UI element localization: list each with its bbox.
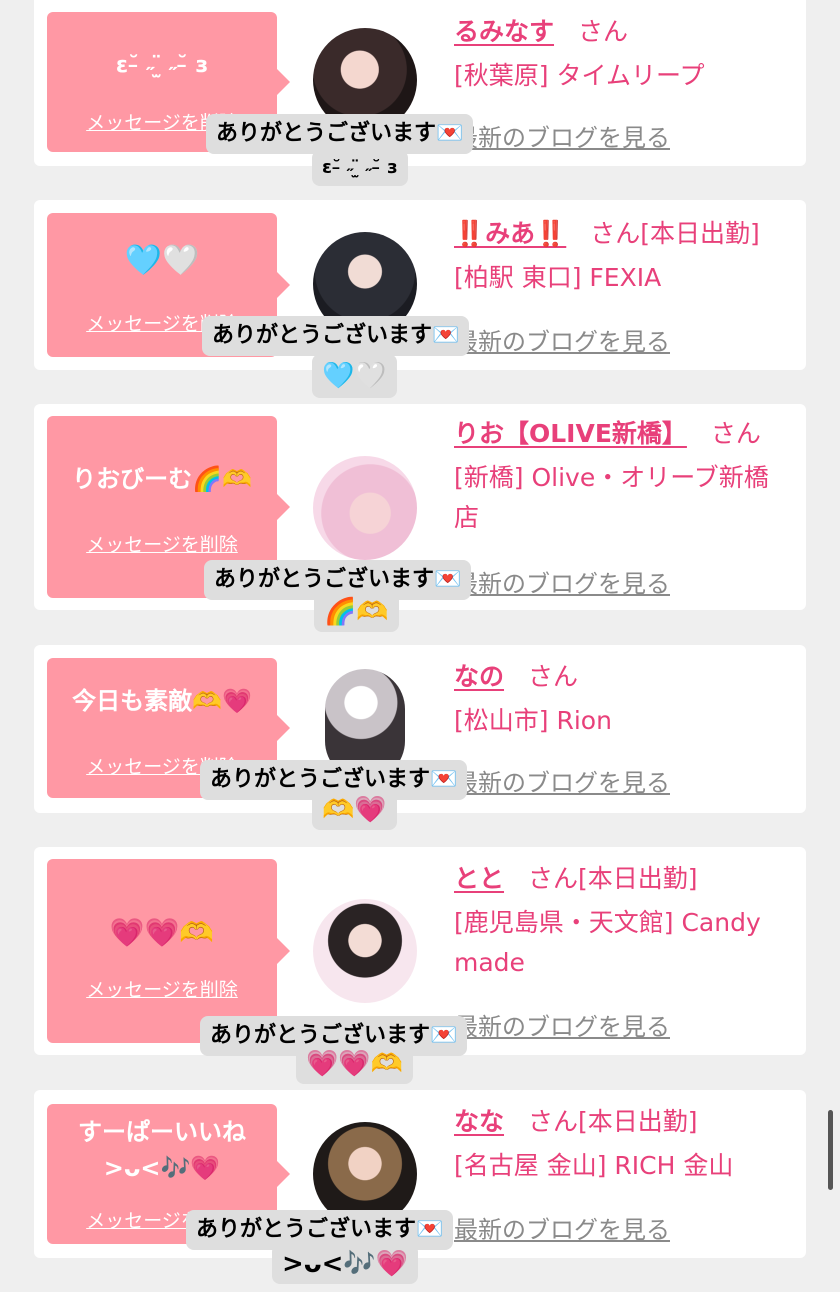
sender-name-link[interactable]: とと <box>454 864 504 893</box>
sender-name-link[interactable]: りお【OLIVE新橋】 <box>454 419 687 448</box>
shop-name: [柏駅 東口] FEXIA <box>454 263 662 292</box>
honorific: さん <box>710 419 761 448</box>
sender-info: なな さん[本日出勤] [名古屋 金山] RICH 金山 <box>454 1104 790 1186</box>
thanks-tooltip: ありがとうございます💌 <box>206 114 474 154</box>
sender-info: るみなす さん [秋葉原] タイムリープ <box>454 14 790 96</box>
sender-name-link[interactable]: るみなす <box>454 17 554 46</box>
sender-info: なの さん [松山市] Rion <box>454 659 790 741</box>
avatar[interactable] <box>313 456 417 560</box>
reply-tooltip: 💗💗🫶 <box>296 1044 414 1084</box>
today-badge: [本日出勤] <box>640 219 760 248</box>
reply-tooltip: 🌈🫶 <box>314 592 399 632</box>
message-text: 🩵🤍 <box>124 243 200 278</box>
latest-blog-link[interactable]: 最新のブログを見る <box>454 322 670 357</box>
sender-info: とと さん[本日出勤] [鹿児島県・天文館] Candy made <box>454 861 790 983</box>
today-badge: [本日出勤] <box>578 864 698 893</box>
shop-name: [鹿児島県・天文館] Candy made <box>454 908 761 977</box>
latest-blog-link[interactable]: 最新のブログを見る <box>454 1007 670 1042</box>
delete-message-link[interactable]: メッセージを削除 <box>47 975 277 1002</box>
message-text: すーぱーいいね >ᴗ<🎶💗 <box>78 1118 246 1182</box>
sender-name-link[interactable]: ‼️みあ‼️ <box>454 219 566 248</box>
avatar[interactable] <box>313 899 417 1003</box>
reply-tooltip: >ᴗ<🎶💗 <box>272 1244 419 1284</box>
latest-blog-link[interactable]: 最新のブログを見る <box>454 118 670 153</box>
honorific: さん <box>590 219 641 248</box>
sender-name-link[interactable]: なの <box>454 662 504 691</box>
message-text: 今日も素敵🫶💗 <box>72 687 252 715</box>
latest-blog-link[interactable]: 最新のブログを見る <box>454 1210 670 1245</box>
delete-message-link[interactable]: メッセージを削除 <box>47 530 277 557</box>
honorific: さん <box>578 17 629 46</box>
sender-info: ‼️みあ‼️ さん[本日出勤] [柏駅 東口] FEXIA <box>454 216 790 298</box>
sender-info: りお【OLIVE新橋】 さん [新橋] Olive・オリーブ新橋店 <box>454 416 790 538</box>
message-text: 💗💗🫶 <box>109 916 215 949</box>
latest-blog-link[interactable]: 最新のブログを見る <box>454 763 670 798</box>
scrollbar[interactable] <box>828 1110 833 1190</box>
honorific: さん <box>528 662 579 691</box>
shop-name: [名古屋 金山] RICH 金山 <box>454 1151 734 1180</box>
message-text: りおびーむ🌈🫶 <box>72 465 252 493</box>
shop-name: [秋葉原] タイムリープ <box>454 61 705 90</box>
sender-name-link[interactable]: なな <box>454 1107 504 1136</box>
shop-name: [新橋] Olive・オリーブ新橋店 <box>454 463 769 532</box>
shop-name: [松山市] Rion <box>454 706 612 735</box>
reply-tooltip: 🩵🤍 <box>312 354 397 398</box>
thanks-tooltip: ありがとうございます💌 <box>202 316 470 356</box>
reply-tooltip: ε˘̵ ˶ ̫̈ ˶˘̵ з <box>312 150 408 186</box>
honorific: さん <box>528 1107 579 1136</box>
reply-tooltip: 🫶💗 <box>312 790 397 830</box>
honorific: さん <box>528 864 579 893</box>
latest-blog-link[interactable]: 最新のブログを見る <box>454 564 670 599</box>
today-badge: [本日出勤] <box>578 1107 698 1136</box>
message-text: ε˘̵ ˶ ̫̈ ˶˘̵ з <box>115 53 209 78</box>
